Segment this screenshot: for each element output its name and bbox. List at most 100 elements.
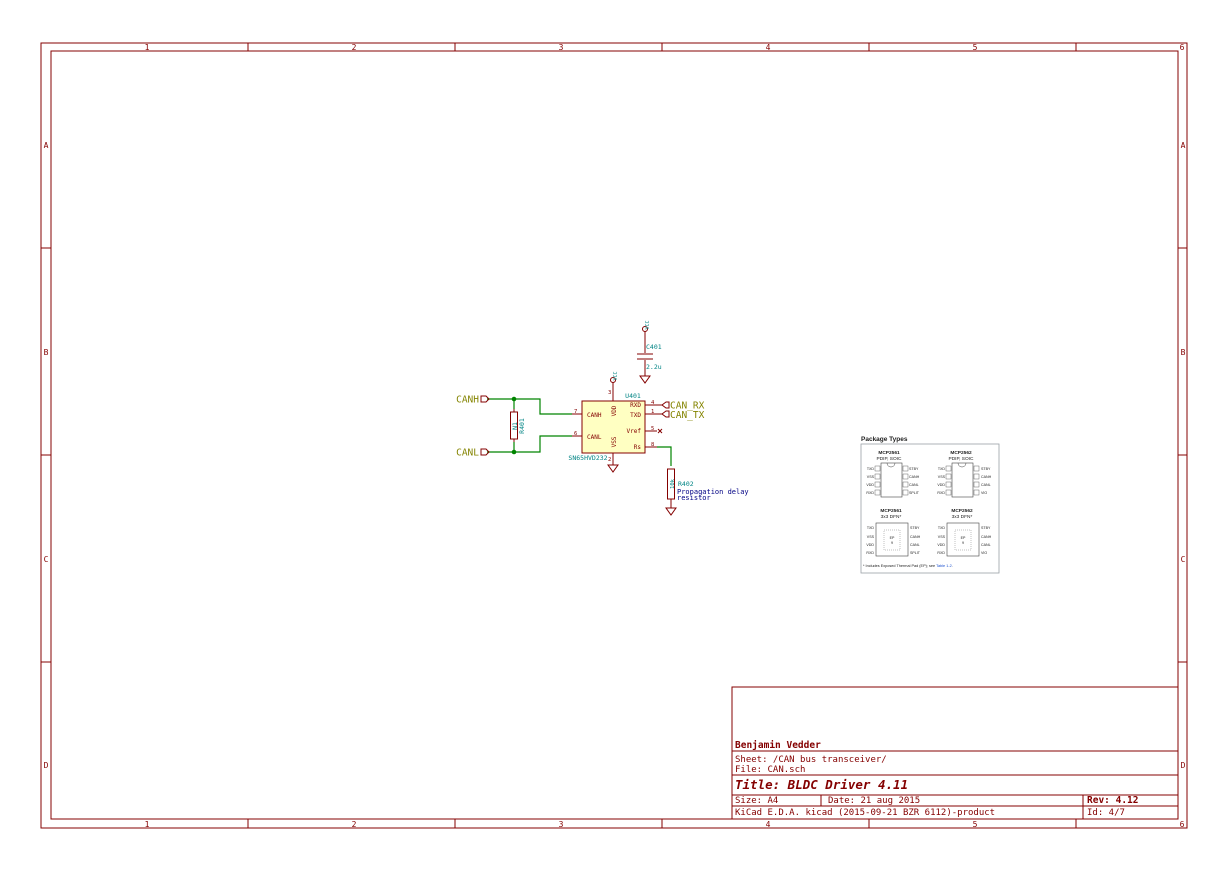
pin-number: 2 (608, 457, 611, 463)
pin-name-rxd: RXD (630, 402, 641, 409)
row-label: D (44, 761, 49, 770)
pin-name-vref: Vref (627, 428, 642, 435)
svg-text:PDIP, SOIC: PDIP, SOIC (877, 456, 903, 462)
r402-ref: R402 (678, 480, 694, 488)
column-label: 1 (145, 43, 150, 52)
svg-text:STBY: STBY (981, 526, 991, 530)
title-block-sheet: Sheet: /CAN bus transceiver/ (735, 755, 887, 765)
svg-text:STBY: STBY (910, 526, 920, 530)
ground-symbol-u401 (607, 464, 619, 473)
r402-note-line2: resistor (677, 494, 711, 502)
package-footnote: * Includes Exposed Thermal Pad (EP); see… (863, 564, 953, 568)
svg-text:MCP2561: MCP2561 (878, 450, 900, 456)
pin-number: 1 (651, 409, 654, 415)
svg-text:RXD: RXD (937, 551, 945, 555)
svg-text:CANH: CANH (981, 475, 992, 479)
svg-text:VDD: VDD (866, 543, 874, 547)
svg-text:CANH: CANH (456, 395, 479, 406)
package-types-figure: Package Types MCP2561 PDIP, SOIC TXD VSS… (860, 436, 1000, 574)
svg-text:9: 9 (962, 541, 964, 545)
title-block-id: Id: 4/7 (1087, 808, 1125, 818)
column-label: 2 (352, 43, 357, 52)
label-canl[interactable]: CANL (456, 448, 490, 459)
u401-ref: U401 (625, 392, 641, 400)
row-label: C (1181, 555, 1186, 564)
column-label: 2 (352, 820, 357, 829)
resistor-r401[interactable]: R401 N1 (510, 409, 527, 442)
pin-number: 8 (651, 442, 654, 448)
title-block-rev: Rev: 4.12 (1087, 795, 1138, 806)
ground-symbol-c401 (639, 375, 651, 384)
svg-text:CANL: CANL (910, 543, 920, 547)
pin-name-vss: VSS (611, 436, 618, 447)
ic-u401[interactable]: U401 SN65HVD232 CANH CANL RXD TXD Vref R… (568, 385, 663, 465)
column-label: 3 (559, 43, 564, 52)
svg-text:PDIP, SOIC: PDIP, SOIC (949, 456, 975, 462)
row-label: A (1181, 141, 1186, 150)
pin-number: 3 (608, 390, 611, 396)
column-label: 4 (766, 820, 771, 829)
can-transceiver-circuit: CANH CANL CAN_RX CAN_TX R401 N1 U401 SN6… (456, 320, 749, 516)
r401-value: N1 (511, 422, 519, 430)
junction-dot (511, 396, 517, 402)
svg-text:CANL: CANL (981, 483, 991, 487)
title-block-file: File: CAN.sch (735, 765, 805, 775)
svg-text:VIO: VIO (981, 551, 987, 555)
svg-text:RXD: RXD (866, 491, 874, 495)
r402-value: 10k (670, 478, 676, 489)
pin-name-canl: CANL (587, 434, 602, 441)
svg-text:3x3 DFN*: 3x3 DFN* (952, 514, 973, 520)
row-label: D (1181, 761, 1186, 770)
svg-text:SPLIT: SPLIT (910, 551, 921, 555)
svg-text:CANH: CANH (981, 535, 992, 539)
label-can-tx[interactable]: CAN_TX (661, 410, 705, 421)
svg-text:VIO: VIO (981, 491, 987, 495)
pin-number: 5 (651, 426, 654, 432)
svg-text:CANL: CANL (909, 483, 919, 487)
svg-text:VDD: VDD (937, 483, 945, 487)
c401-value: 2.2u (646, 363, 662, 371)
svg-text:TXD: TXD (867, 526, 875, 530)
svg-text:RXD: RXD (866, 551, 874, 555)
junction-dot (511, 449, 517, 455)
title-block-tool: KiCad E.D.A. kicad (2015-09-21 BZR 6112)… (735, 808, 995, 818)
label-canh[interactable]: CANH (456, 395, 490, 406)
svg-text:MCP2561: MCP2561 (880, 508, 902, 514)
column-label: 5 (973, 43, 978, 52)
r401-ref: R401 (518, 418, 526, 434)
svg-text:VSS: VSS (867, 475, 875, 479)
svg-text:RXD: RXD (937, 491, 945, 495)
svg-text:MCP2562: MCP2562 (951, 508, 973, 514)
svg-text:VSS: VSS (938, 535, 946, 539)
u401-value: SN65HVD232 (568, 454, 607, 462)
pin-name-canh: CANH (587, 412, 602, 419)
vcc-symbol-u401: VCC (610, 371, 619, 385)
svg-text:VCC: VCC (613, 371, 619, 380)
column-label: 6 (1180, 820, 1185, 829)
column-label: 3 (559, 820, 564, 829)
svg-text:VSS: VSS (938, 475, 946, 479)
row-label: A (44, 141, 49, 150)
svg-text:9: 9 (891, 541, 893, 545)
svg-text:CAN_TX: CAN_TX (670, 410, 705, 421)
svg-text:TXD: TXD (867, 467, 875, 471)
svg-text:VDD: VDD (937, 543, 945, 547)
column-label: 6 (1180, 43, 1185, 52)
svg-text:STBY: STBY (981, 467, 991, 471)
row-label: B (44, 348, 49, 357)
svg-text:EP: EP (961, 536, 966, 540)
svg-text:EP: EP (890, 536, 895, 540)
title-block-date: Date: 21 aug 2015 (828, 796, 920, 806)
svg-text:VSS: VSS (867, 535, 875, 539)
svg-text:3x3 DFN*: 3x3 DFN* (881, 514, 902, 520)
capacitor-c401[interactable]: VCC C401 2.2u (637, 320, 662, 384)
pin-number: 7 (574, 409, 577, 415)
svg-text:VDD: VDD (866, 483, 874, 487)
pin-number: 6 (574, 431, 577, 437)
svg-text:TXD: TXD (938, 467, 946, 471)
svg-text:CANH: CANH (909, 475, 920, 479)
svg-text:CANL: CANL (456, 448, 479, 459)
resistor-r402[interactable]: 10k R402 Propagation delay resistor (665, 468, 749, 516)
schematic-sheet: 1 2 3 4 5 6 1 2 3 4 5 6 A B C D A B C D (40, 42, 1188, 829)
pin-name-rs: Rs (634, 444, 642, 451)
